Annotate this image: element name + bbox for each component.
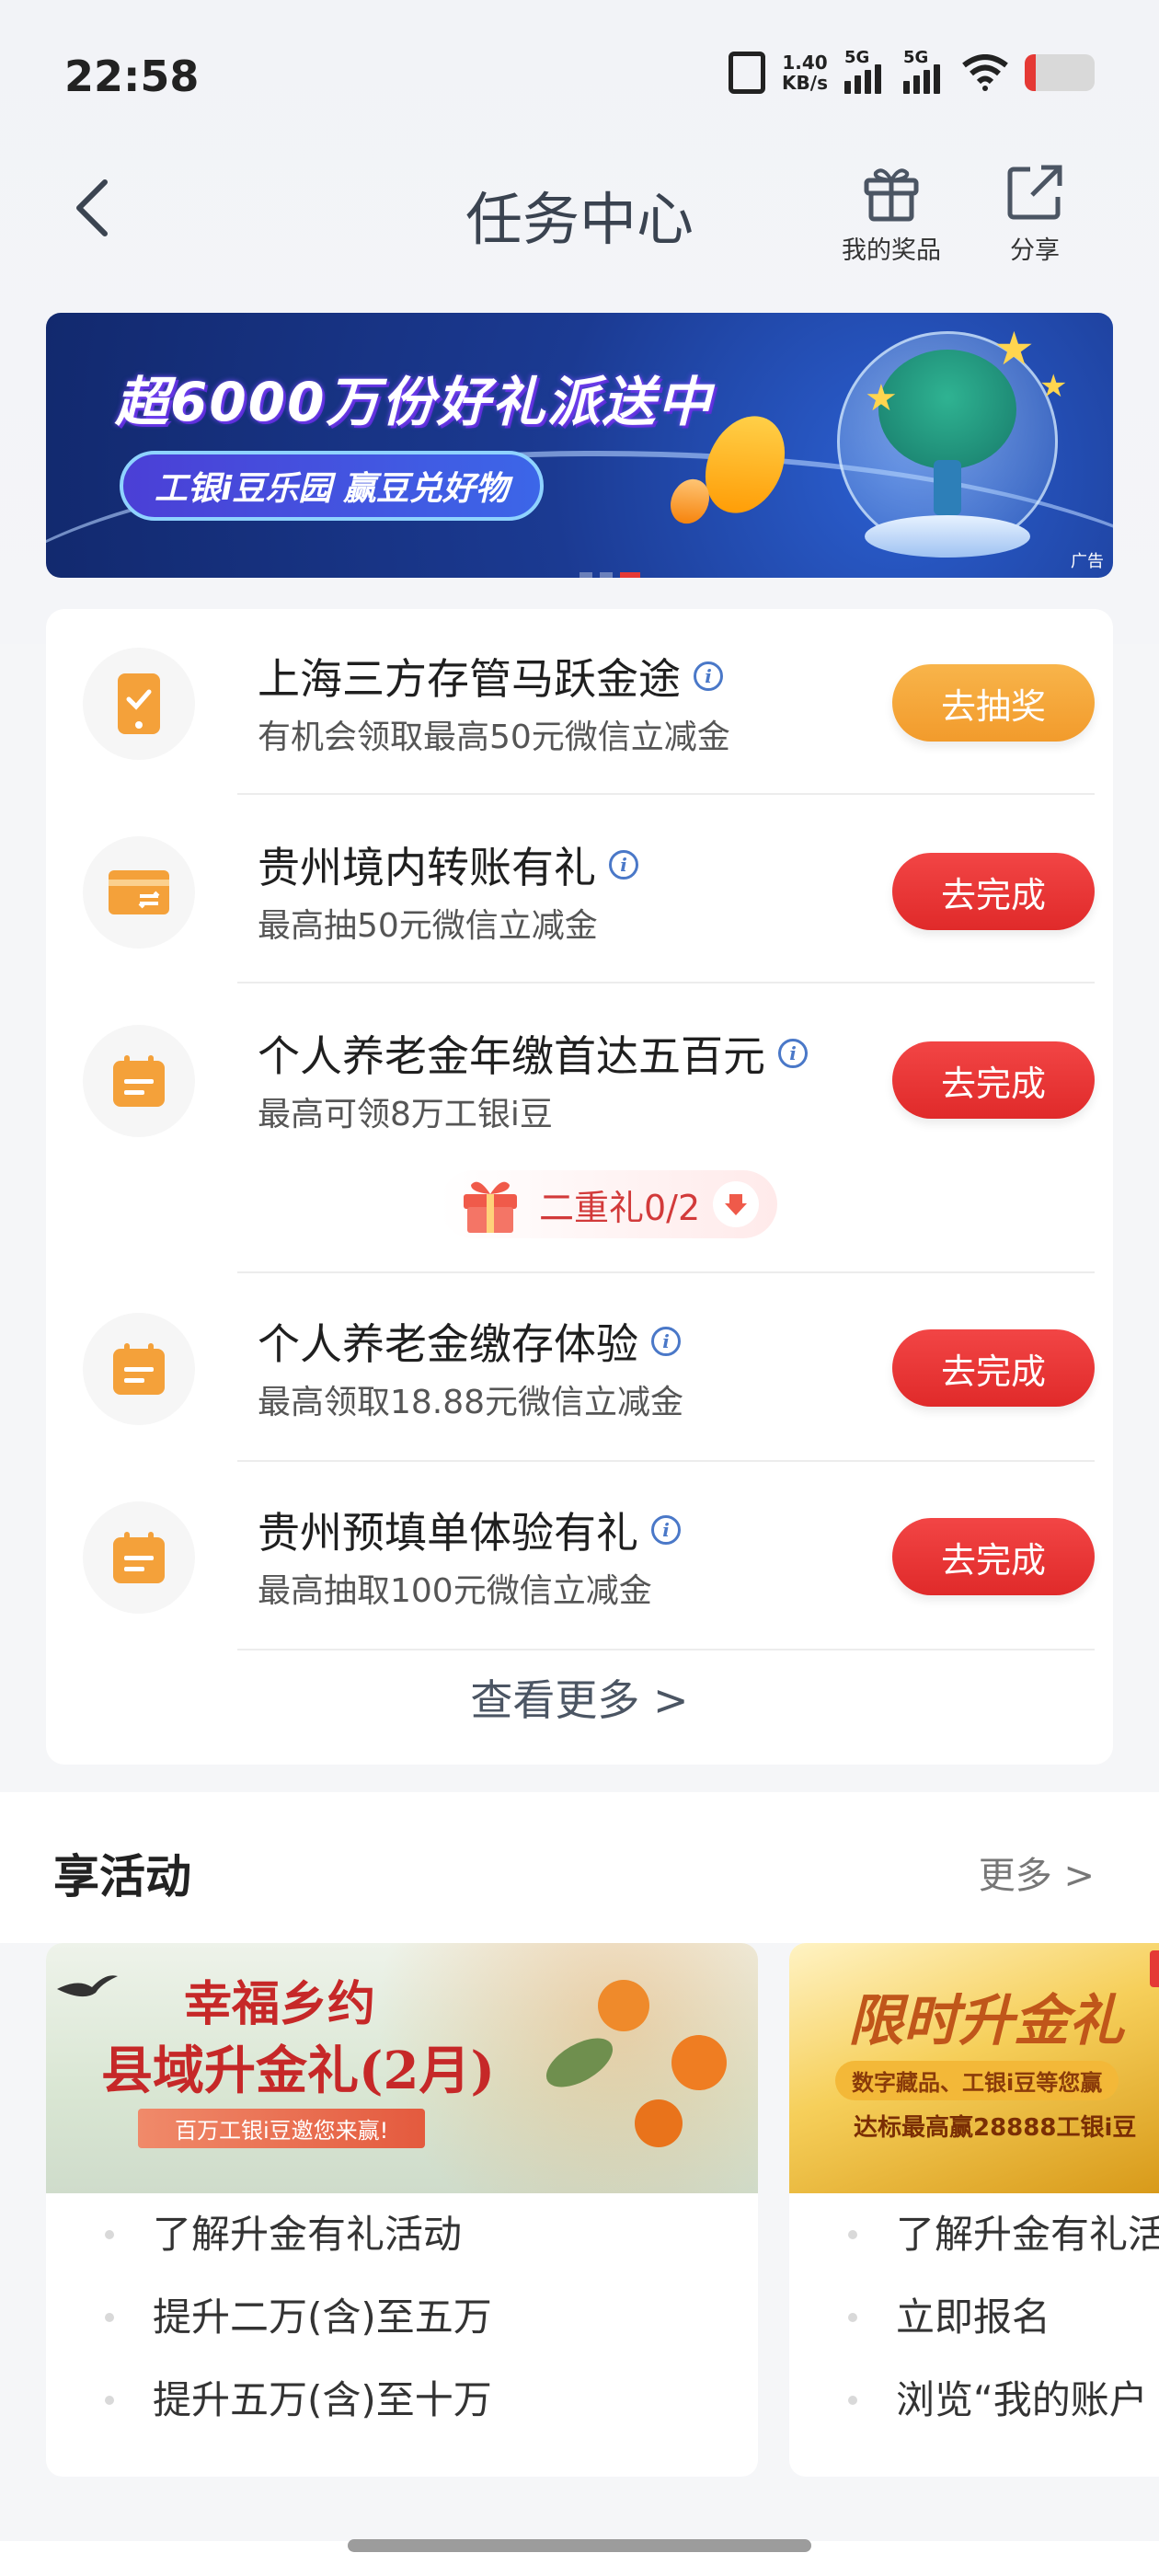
status-bar: 22:58 1.40 KB/s 5G 5G: [0, 0, 1159, 147]
gift-box-icon: [464, 1181, 517, 1233]
net-speed-value: 1.40: [782, 52, 828, 74]
activity-subtitle: 县域升金礼(2月): [101, 2041, 495, 2101]
gift-icon: [864, 168, 919, 222]
activity-caption: 数字藏品、工银i豆等您赢: [835, 2061, 1119, 2100]
persimmon-illustration: [598, 1980, 649, 2031]
star-icon: ★: [1039, 368, 1068, 405]
info-icon[interactable]: i: [778, 1039, 808, 1068]
task-list-card: 上海三方存管马跃金途 i 有机会领取最高50元微信立减金 去抽奖 贵州境内转账有礼…: [46, 609, 1113, 1765]
task-title: 贵州境内转账有礼: [258, 843, 596, 892]
info-icon[interactable]: i: [651, 1515, 681, 1545]
divider: [237, 793, 1095, 795]
task-title: 贵州预填单体验有礼: [258, 1508, 638, 1558]
status-icons: 1.40 KB/s 5G 5G: [729, 48, 1095, 94]
nav-bar: 任务中心 我的奖品 分享: [0, 147, 1159, 276]
activity-image: 限时升金礼 数字藏品、工银i豆等您赢 达标最高赢28888工银i豆: [789, 1943, 1159, 2193]
task-subtitle: 最高领取18.88元微信立减金: [258, 1384, 684, 1421]
task-item: 贵州境内转账有礼 i 最高抽50元微信立减金 去完成: [46, 798, 1113, 986]
wifi-icon: [962, 54, 1008, 91]
task-item: 上海三方存管马跃金途 i 有机会领取最高50元微信立减金 去抽奖: [46, 609, 1113, 798]
my-prizes-label: 我的奖品: [842, 236, 941, 265]
draw-button[interactable]: 去抽奖: [892, 664, 1095, 742]
activity-link[interactable]: 了解升金有礼活: [789, 2193, 1159, 2276]
tiered-gift-toggle[interactable]: 二重礼0/2: [440, 1170, 778, 1238]
signal-label: 5G: [844, 48, 870, 67]
activities-carousel[interactable]: 幸福乡约 县域升金礼(2月) 百万工银i豆邀您来赢! 了解升金有礼活动 提升二万…: [0, 1943, 1159, 2541]
share-button[interactable]: 分享: [966, 160, 1104, 266]
gift-pill-label: 二重礼0/2: [539, 1187, 701, 1228]
calendar-icon: [113, 1055, 165, 1107]
activity-title: 幸福乡约: [184, 1976, 376, 2032]
complete-button[interactable]: 去完成: [892, 1041, 1095, 1119]
task-title: 个人养老金年缴首达五百元: [258, 1031, 765, 1081]
task-subtitle: 最高抽取100元微信立减金: [258, 1572, 652, 1610]
activities-section: 享活动 更多 > 幸福乡约 县域升金礼(2月) 百万工银i豆邀您来赢! 了解升金…: [0, 1792, 1159, 2576]
task-subtitle: 最高抽50元微信立减金: [258, 907, 598, 945]
calendar-icon: [113, 1343, 165, 1395]
card-transfer-icon: [109, 870, 169, 914]
task-item: 个人养老金缴存体验 i 最高领取18.88元微信立减金 去完成: [46, 1274, 1113, 1463]
my-prizes-button[interactable]: 我的奖品: [822, 160, 960, 266]
vibrate-icon: [729, 52, 766, 94]
activity-link[interactable]: 浏览“我的账户: [789, 2359, 1159, 2442]
signal-label: 5G: [903, 48, 929, 67]
carousel-indicator: [580, 572, 640, 578]
status-time: 22:58: [64, 52, 200, 101]
activity-card[interactable]: 幸福乡约 县域升金礼(2月) 百万工银i豆邀您来赢! 了解升金有礼活动 提升二万…: [46, 1943, 758, 2477]
share-label: 分享: [1010, 236, 1060, 265]
activity-image: 幸福乡约 县域升金礼(2月) 百万工银i豆邀您来赢!: [46, 1943, 758, 2193]
divider: [237, 1460, 1095, 1462]
signal-icon: 5G: [844, 48, 887, 94]
banner-subline: 工银i豆乐园 赢豆兑好物: [120, 451, 544, 521]
activity-link[interactable]: 提升二万(含)至五万: [46, 2276, 758, 2359]
activity-link[interactable]: 立即报名: [789, 2276, 1159, 2359]
banner-headline: 超6000万份好礼派送中: [115, 371, 713, 433]
chevron-down-icon: [725, 1194, 748, 1215]
share-icon: [1007, 165, 1062, 220]
task-title: 个人养老金缴存体验: [258, 1319, 638, 1369]
complete-button[interactable]: 去完成: [892, 853, 1095, 930]
activity-link[interactable]: 提升五万(含)至十万: [46, 2359, 758, 2442]
complete-button[interactable]: 去完成: [892, 1518, 1095, 1595]
divider: [237, 982, 1095, 983]
divider: [237, 1271, 1095, 1273]
task-title: 上海三方存管马跃金途: [258, 654, 681, 704]
info-icon[interactable]: i: [609, 850, 638, 880]
star-icon: ★: [993, 322, 1035, 375]
info-icon[interactable]: i: [651, 1327, 681, 1356]
activity-title: 限时升金礼: [848, 1989, 1124, 2053]
activity-caption-2: 达标最高赢28888工银i豆: [854, 2114, 1137, 2142]
task-item: 贵州预填单体验有礼 i 最高抽取100元微信立减金 去完成: [46, 1463, 1113, 1651]
promo-banner[interactable]: 超6000万份好礼派送中 工银i豆乐园 赢豆兑好物 ★ ★ ★ 广告: [46, 313, 1113, 578]
activity-link[interactable]: 了解升金有礼活动: [46, 2193, 758, 2276]
battery-icon: [1025, 54, 1095, 91]
signal-icon: 5G: [903, 48, 946, 94]
task-item: 个人养老金年缴首达五百元 i 最高可领8万工银i豆 去完成: [46, 986, 1113, 1175]
activities-more-link[interactable]: 更多 >: [979, 1846, 1095, 1899]
activities-heading: 享活动: [53, 1850, 191, 1903]
phone-icon: [118, 673, 160, 734]
home-indicator[interactable]: [348, 2539, 811, 2552]
ad-tag: 广告: [1071, 552, 1104, 571]
star-icon: ★: [865, 377, 898, 420]
net-speed: 1.40 KB/s: [782, 52, 828, 93]
view-more-tasks-link[interactable]: 查看更多 >: [46, 1667, 1113, 1728]
activity-card[interactable]: 限时升金礼 数字藏品、工银i豆等您赢 达标最高赢28888工银i豆 了解升金有礼…: [789, 1943, 1159, 2477]
activity-caption: 百万工银i豆邀您来赢!: [138, 2109, 426, 2148]
task-subtitle: 有机会领取最高50元微信立减金: [258, 719, 730, 756]
net-speed-unit: KB/s: [782, 72, 828, 94]
divider: [237, 1649, 1095, 1650]
swallow-icon: [57, 1975, 118, 1997]
info-icon[interactable]: i: [694, 661, 723, 691]
task-subtitle: 最高可领8万工银i豆: [258, 1096, 553, 1133]
complete-button[interactable]: 去完成: [892, 1329, 1095, 1407]
calendar-icon: [113, 1532, 165, 1583]
